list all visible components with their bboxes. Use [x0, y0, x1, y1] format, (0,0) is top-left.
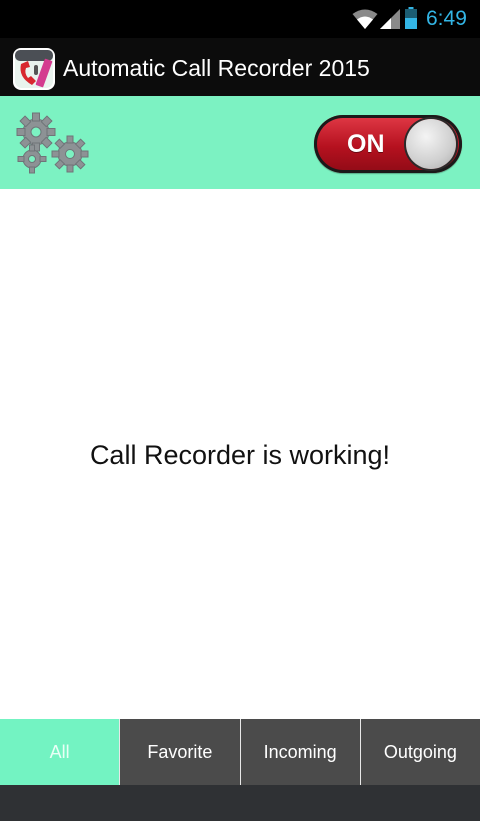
call-recorder-app-icon[interactable] — [12, 47, 56, 91]
main-content: Call Recorder is working! — [0, 189, 480, 719]
toggle-knob[interactable] — [406, 119, 456, 169]
toggle-label: ON — [347, 130, 385, 158]
gears-icon[interactable] — [10, 112, 94, 174]
app-title: Automatic Call Recorder 2015 — [63, 55, 370, 81]
recording-toggle[interactable]: ON — [314, 115, 462, 173]
tab-incoming[interactable]: Incoming — [239, 719, 360, 785]
system-nav-bar — [0, 785, 480, 821]
recorder-status-message: Call Recorder is working! — [89, 440, 391, 470]
signal-icon — [380, 9, 400, 29]
wifi-icon — [352, 9, 378, 29]
action-bar: Automatic Call Recorder 2015 — [0, 38, 480, 96]
tab-bar: All Favorite Incoming Outgoing — [0, 719, 480, 785]
status-time: 6:49 — [426, 7, 467, 30]
status-bar: 6:49 — [0, 0, 480, 38]
tab-outgoing[interactable]: Outgoing — [359, 719, 480, 785]
tab-favorite[interactable]: Favorite — [119, 719, 239, 785]
battery-icon — [405, 7, 417, 29]
tab-all[interactable]: All — [0, 719, 120, 785]
